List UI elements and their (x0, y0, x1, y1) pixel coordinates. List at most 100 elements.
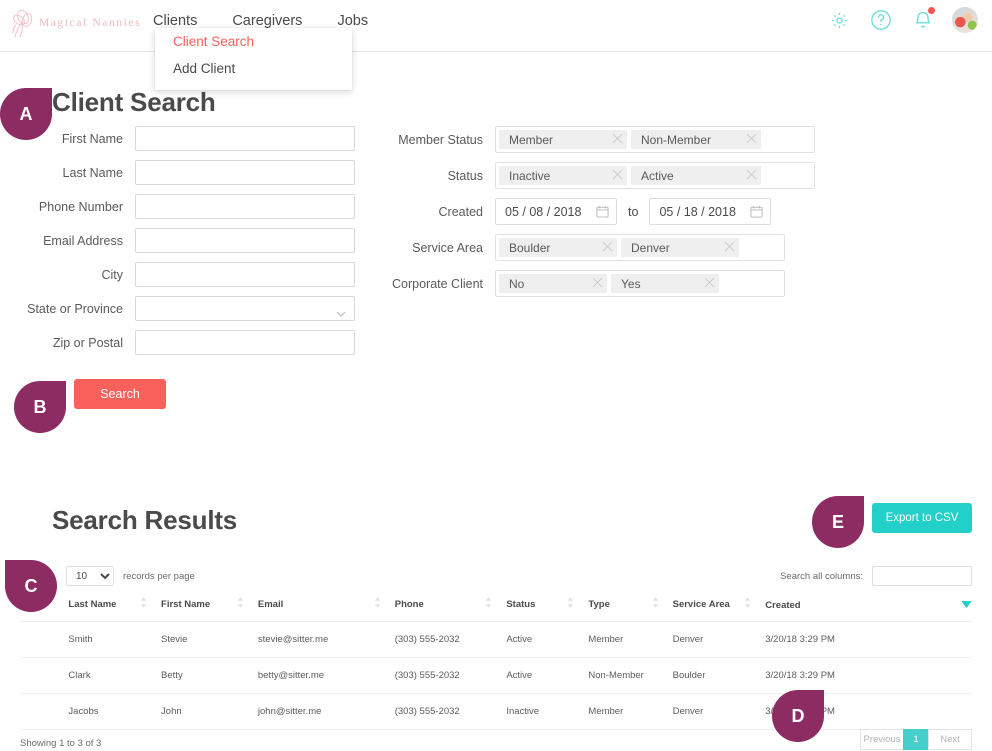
tag-active-label: Active (641, 168, 674, 183)
sort-icon[interactable] (744, 597, 751, 611)
client-search-right-filters: Member Status Member Non-Member Status I… (390, 126, 860, 306)
tag-inactive[interactable]: Inactive (499, 166, 627, 185)
state-or-province-select[interactable] (135, 296, 355, 321)
remove-tag-icon[interactable] (746, 169, 757, 183)
column-header-service-area[interactable]: Service Area (672, 597, 766, 622)
records-per-page-control: 10 25 50 100 records per page (66, 566, 195, 586)
remove-tag-icon[interactable] (704, 277, 715, 291)
remove-tag-icon[interactable] (724, 241, 735, 255)
search-all-columns-input[interactable] (872, 566, 972, 586)
sort-icon[interactable] (140, 597, 147, 611)
user-avatar[interactable] (952, 7, 978, 33)
cell-first-name: Betty (161, 657, 258, 694)
tag-non-member[interactable]: Non-Member (631, 130, 761, 149)
tag-no[interactable]: No (499, 274, 607, 293)
sort-icon[interactable] (652, 597, 659, 611)
tag-member[interactable]: Member (499, 130, 627, 149)
clients-dropdown-menu: Client Search Add Client (155, 28, 352, 90)
sort-icon[interactable] (237, 597, 244, 611)
menu-item-client-search[interactable]: Client Search (155, 28, 352, 55)
search-all-columns-control: Search all columns: (780, 566, 972, 586)
column-header-status[interactable]: Status (506, 597, 589, 622)
label-service-area: Service Area (412, 240, 483, 255)
created-to-input[interactable] (649, 198, 772, 225)
column-header-type[interactable]: Type (588, 597, 673, 622)
member-status-tag-input[interactable]: Member Non-Member (495, 126, 815, 153)
tag-denver[interactable]: Denver (621, 238, 739, 257)
pagination: Previous 1 Next (860, 729, 972, 750)
gear-icon[interactable] (826, 7, 852, 33)
table-row[interactable]: Jacobs John john@sitter.me (303) 555-203… (20, 693, 972, 730)
field-row-email-address: Email Address (0, 228, 380, 253)
client-search-left-fields: First Name Last Name Phone Number Email … (0, 126, 380, 364)
sort-descending-icon[interactable] (961, 600, 972, 611)
column-header-first-name[interactable]: First Name (161, 597, 258, 622)
remove-tag-icon[interactable] (612, 169, 623, 183)
cell-service-area: Boulder (672, 657, 766, 694)
first-name-input[interactable] (135, 126, 355, 151)
header-action-icons (826, 7, 978, 33)
column-header-last-name[interactable]: Last Name (68, 597, 162, 622)
field-row-last-name: Last Name (0, 160, 380, 185)
export-to-csv-button[interactable]: Export to CSV (872, 503, 972, 533)
field-row-status: Status Inactive Active (390, 162, 860, 189)
label-state-or-province: State or Province (27, 301, 123, 316)
remove-tag-icon[interactable] (602, 241, 613, 255)
city-input[interactable] (135, 262, 355, 287)
search-button[interactable]: Search (74, 379, 166, 409)
tag-no-label: No (509, 276, 525, 291)
sort-icon[interactable] (374, 597, 381, 611)
cell-first-name: Stevie (161, 621, 258, 658)
annotation-badge-e: E (812, 496, 864, 548)
records-per-page-label: records per page (123, 570, 195, 582)
table-row[interactable]: Smith Stevie stevie@sitter.me (303) 555-… (20, 621, 972, 658)
label-zip-or-postal: Zip or Postal (52, 335, 123, 350)
tag-non-member-label: Non-Member (641, 132, 712, 147)
top-navigation-bar: Magical Nannies Clients Caregivers Jobs (0, 0, 992, 52)
pagination-page-1-button[interactable]: 1 (903, 729, 929, 750)
notification-bell-icon[interactable] (910, 7, 936, 33)
column-header-email[interactable]: Email (257, 597, 395, 622)
column-label-email: Email (257, 598, 284, 610)
sort-icon[interactable] (567, 597, 574, 611)
remove-tag-icon[interactable] (612, 133, 623, 147)
tag-active[interactable]: Active (631, 166, 761, 185)
zip-or-postal-input[interactable] (135, 330, 355, 355)
field-row-member-status: Member Status Member Non-Member (390, 126, 860, 153)
cell-last-name: Jacobs (68, 693, 162, 730)
created-from-input[interactable] (495, 198, 617, 225)
cell-service-area: Denver (672, 693, 766, 730)
brand-logo[interactable]: Magical Nannies (10, 6, 141, 40)
search-results-title: Search Results (52, 505, 238, 535)
email-address-input[interactable] (135, 228, 355, 253)
annotation-badge-a: A (0, 88, 52, 140)
remove-tag-icon[interactable] (746, 133, 757, 147)
phone-number-input[interactable] (135, 194, 355, 219)
help-circle-icon[interactable] (868, 7, 894, 33)
tag-boulder[interactable]: Boulder (499, 238, 617, 257)
pagination-previous-button[interactable]: Previous (860, 729, 904, 750)
last-name-input[interactable] (135, 160, 355, 185)
column-label-first-name: First Name (161, 598, 211, 610)
corporate-client-tag-input[interactable]: No Yes (495, 270, 785, 297)
records-per-page-select[interactable]: 10 25 50 100 (66, 566, 114, 586)
column-header-phone[interactable]: Phone (394, 597, 507, 622)
menu-item-add-client[interactable]: Add Client (155, 55, 352, 82)
client-results-table: Last Name First Name Email Phone Status … (20, 597, 972, 730)
label-last-name: Last Name (62, 165, 123, 180)
table-row[interactable]: Clark Betty betty@sitter.me (303) 555-20… (20, 657, 972, 694)
pagination-next-button[interactable]: Next (928, 729, 972, 750)
row-avatar-cell (20, 693, 69, 730)
field-row-created: Created to (390, 198, 860, 225)
showing-entries-text: Showing 1 to 3 of 3 (20, 738, 102, 749)
column-header-created[interactable]: Created (765, 597, 972, 622)
sort-icon[interactable] (485, 597, 492, 611)
column-label-status: Status (506, 598, 536, 610)
service-area-tag-input[interactable]: Boulder Denver (495, 234, 785, 261)
cell-created: 3/20/18 3:29 PM (765, 621, 972, 658)
column-label-type: Type (588, 598, 610, 610)
tag-yes[interactable]: Yes (611, 274, 719, 293)
remove-tag-icon[interactable] (592, 277, 603, 291)
cell-service-area: Denver (672, 621, 766, 658)
status-tag-input[interactable]: Inactive Active (495, 162, 815, 189)
